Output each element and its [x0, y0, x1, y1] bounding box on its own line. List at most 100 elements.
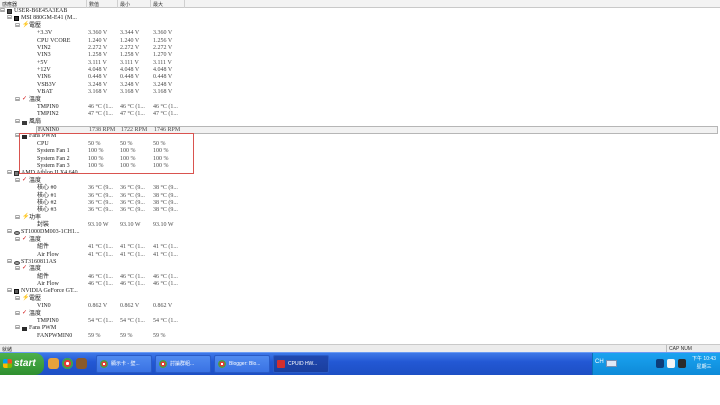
sensor-row[interactable]: TMPIN2 47 °C (1... 47 °C (1... 47 °C (1... — [0, 111, 720, 118]
expander-icon[interactable]: ⊟ — [15, 119, 20, 126]
sensor-row[interactable]: FANPWMIN0 59 % 59 % 59 % — [0, 333, 720, 340]
tree-node[interactable]: ⊟ MSI 880GM-E41 (M... — [0, 15, 720, 22]
sensor-row[interactable]: VSB3V 3.248 V 3.248 V 3.248 V — [0, 82, 720, 89]
quicklaunch-folder-icon[interactable] — [48, 358, 59, 369]
column-separator[interactable] — [150, 0, 151, 8]
sensor-name: CPU VCORE — [37, 37, 71, 44]
quicklaunch-chrome-icon[interactable] — [62, 358, 73, 369]
expander-icon[interactable]: ⊟ — [15, 215, 20, 222]
tree-node[interactable]: ⊟ ✓ 溫度 — [0, 310, 720, 318]
column-header-max[interactable]: 最大 — [153, 1, 163, 8]
column-header-min[interactable]: 最小 — [120, 1, 130, 8]
tray-app-icon[interactable] — [656, 359, 664, 368]
taskbar-window-button[interactable]: 顯示卡 - 壁... — [96, 355, 152, 373]
expander-icon[interactable]: ⊟ — [7, 229, 12, 236]
sensor-row[interactable]: CPU VCORE 1.240 V 1.240 V 1.256 V — [0, 38, 720, 45]
sensor-row[interactable]: +3.3V 3.360 V 3.344 V 3.360 V — [0, 30, 720, 37]
sensor-row[interactable]: System Fan 2 100 % 100 % 100 % — [0, 156, 720, 163]
sensor-name: System Fan 3 — [37, 162, 70, 169]
sensor-row[interactable]: 核心 #3 36 °C (9... 36 °C (9... 38 °C (9... — [0, 207, 720, 214]
sensor-value: 1.258 V — [88, 52, 108, 59]
sensor-value: 36 °C (9... — [88, 192, 113, 199]
sensor-min: 59 % — [120, 332, 133, 339]
tree-node[interactable]: ⊟ ⚡ 功率 — [0, 214, 720, 222]
start-button[interactable]: start — [0, 353, 44, 375]
sensor-row[interactable]: 核心 #1 36 °C (9... 36 °C (9... 38 °C (9... — [0, 193, 720, 200]
taskbar-window-button[interactable]: Blogger: Blo... — [214, 355, 270, 373]
column-header-sensor[interactable]: 感應器 — [2, 1, 17, 8]
expander-icon[interactable]: ⊟ — [15, 325, 20, 332]
expander-icon[interactable]: ⊟ — [7, 170, 12, 177]
sensor-name: 溫度 — [29, 177, 42, 184]
tree-node[interactable]: ⊟ ✓ 溫度 — [0, 236, 720, 244]
expander-icon[interactable]: ⊟ — [15, 296, 20, 303]
sensor-name: Fans PWM — [29, 133, 57, 140]
tree-node[interactable]: ⊟ AMD Athlon II X4 640 — [0, 170, 720, 177]
quicklaunch-app-icon[interactable] — [76, 358, 87, 369]
input-language-indicator[interactable]: CH — [595, 359, 604, 365]
sensor-row[interactable]: +12V 4.048 V 4.048 V 4.048 V — [0, 67, 720, 74]
sensor-row[interactable]: 核心 #2 36 °C (9... 36 °C (9... 38 °C (9... — [0, 200, 720, 207]
sensor-row[interactable]: 組件 46 °C (1... 46 °C (1... 46 °C (1... — [0, 274, 720, 281]
tree-node[interactable]: ⊟ ✓ 溫度 — [0, 96, 720, 104]
sensor-max: 54 °C (1... — [153, 317, 178, 324]
sensor-row[interactable]: TMPIN0 46 °C (1... 46 °C (1... 46 °C (1... — [0, 104, 720, 111]
expander-icon[interactable]: ⊟ — [15, 266, 20, 273]
sensor-row[interactable]: 封裝 93.10 W 93.10 W 93.10 W — [0, 222, 720, 229]
sensor-row[interactable]: VIN2 2.272 V 2.272 V 2.272 V — [0, 45, 720, 52]
keyboard-icon[interactable] — [606, 360, 617, 367]
taskbar-window-button[interactable]: CPUID HW... — [273, 355, 329, 373]
sensor-row[interactable]: 核心 #0 36 °C (9... 36 °C (9... 38 °C (9... — [0, 185, 720, 192]
column-separator[interactable] — [86, 0, 87, 8]
expander-icon[interactable]: ⊟ — [15, 133, 20, 140]
sensor-value: 3.168 V — [88, 89, 108, 96]
expander-icon[interactable]: ⊟ — [15, 23, 20, 30]
tree-node[interactable]: ⊟ ⚡ 電壓 — [0, 295, 720, 303]
tree-node[interactable]: ⊟ ⚡ 電壓 — [0, 22, 720, 30]
expander-icon[interactable]: ⊟ — [15, 237, 20, 244]
cpu-icon — [14, 171, 19, 177]
expander-icon[interactable]: ⊟ — [15, 311, 20, 318]
tree-node[interactable]: ⊟ ✓ 溫度 — [0, 177, 720, 185]
tree-node[interactable]: ⊟ ST3160811AS — [0, 259, 720, 266]
sensor-row[interactable]: System Fan 3 100 % 100 % 100 % — [0, 163, 720, 170]
expander-icon[interactable]: ⊟ — [15, 178, 20, 185]
sensor-row[interactable]: TMPIN0 54 °C (1... 54 °C (1... 54 °C (1... — [0, 318, 720, 325]
sensor-row[interactable]: Air Flow 46 °C (1... 46 °C (1... 46 °C (1..… — [0, 281, 720, 288]
column-header-value[interactable]: 數值 — [89, 1, 99, 8]
sensor-row[interactable]: VIN3 1.258 V 1.258 V 1.270 V — [0, 52, 720, 59]
tree-node[interactable]: ⊟ ST1000DM003-1CH1... — [0, 229, 720, 236]
sensor-value: 46 °C (1... — [88, 281, 113, 288]
sensor-row[interactable]: +5V 3.111 V 3.111 V 3.111 V — [0, 60, 720, 67]
sensor-row[interactable]: VIN6 0.448 V 0.448 V 0.448 V — [0, 74, 720, 81]
sensor-row[interactable]: VBAT 3.168 V 3.168 V 3.168 V — [0, 89, 720, 96]
sensor-value: 41 °C (1... — [88, 251, 113, 258]
expander-icon[interactable]: ⊟ — [7, 15, 12, 22]
sensor-row[interactable]: Air Flow 41 °C (1... 41 °C (1... 41 °C (1..… — [0, 252, 720, 259]
sensor-name: 電壓 — [29, 295, 42, 302]
column-separator[interactable] — [184, 0, 185, 8]
tree-node[interactable]: ⊟ NVIDIA GeForce GT... — [0, 288, 720, 295]
sensor-name: Air Flow — [37, 251, 59, 258]
sensor-value: 0.448 V — [88, 74, 108, 81]
pc-icon — [7, 9, 12, 14]
taskbar-window-button[interactable]: 討論群組... — [155, 355, 211, 373]
expander-icon[interactable]: ⊟ — [7, 259, 12, 266]
tree-node[interactable]: ⊟ 風扇 — [0, 119, 720, 126]
sensor-row[interactable]: System Fan 1 100 % 100 % 100 % — [0, 148, 720, 155]
sensor-row[interactable]: 組件 41 °C (1... 41 °C (1... 41 °C (1... — [0, 244, 720, 251]
sensor-min: 0.448 V — [120, 74, 140, 81]
tree-node[interactable]: ⊟ ✓ 溫度 — [0, 265, 720, 273]
clock[interactable]: 下午 10:43 星期三 — [689, 355, 719, 371]
sensor-row[interactable]: VIN0 0.862 V 0.862 V 0.862 V — [0, 303, 720, 310]
tree-node[interactable]: ⊟ Fans PWM — [0, 133, 720, 140]
sensor-row[interactable]: CPU 50 % 50 % 50 % — [0, 141, 720, 148]
tree-node[interactable]: ⊟ USER-B6E45A3EAB — [0, 8, 720, 15]
tray-volume-icon[interactable] — [678, 359, 686, 368]
tree-node[interactable]: ⊟ Fans PWM — [0, 325, 720, 332]
expander-icon[interactable]: ⊟ — [0, 8, 5, 15]
expander-icon[interactable]: ⊟ — [7, 288, 12, 295]
column-separator[interactable] — [117, 0, 118, 8]
tray-network-icon[interactable] — [667, 359, 675, 368]
expander-icon[interactable]: ⊟ — [15, 97, 20, 104]
